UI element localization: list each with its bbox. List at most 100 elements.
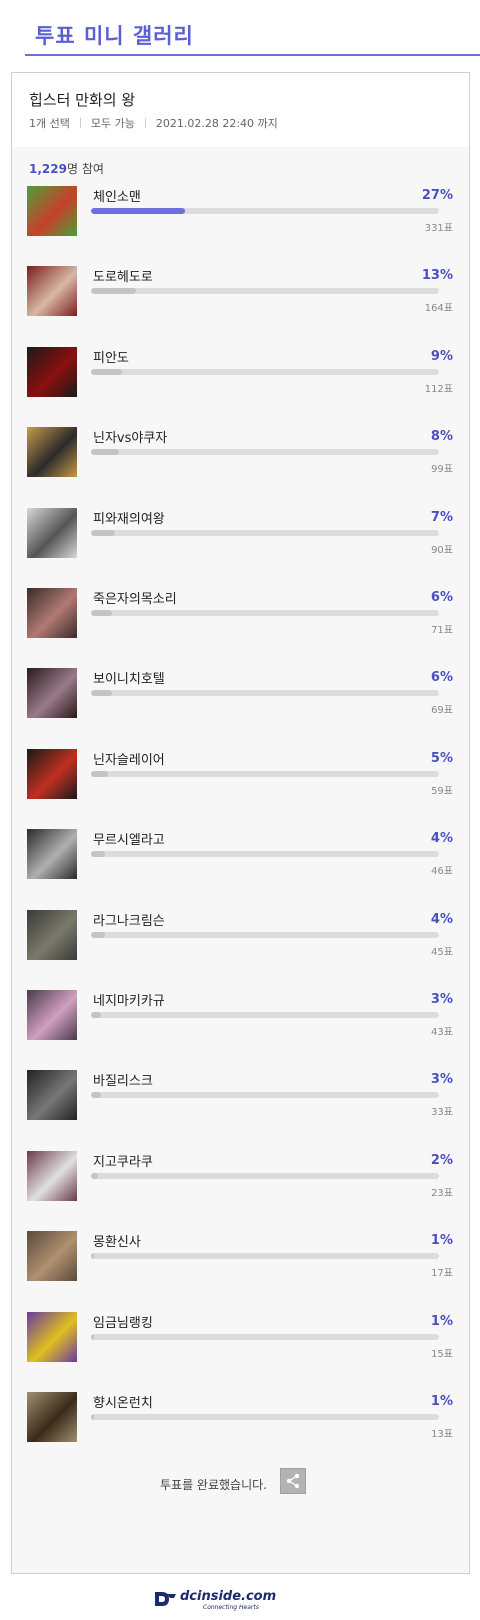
visibility: 모두 가능: [90, 117, 135, 130]
option-progress-track: [91, 1333, 439, 1340]
option-votes: 71표: [431, 625, 453, 636]
option-label: 지고쿠라쿠: [93, 1154, 153, 1170]
logo-subtext: Connecting Hearts: [203, 1604, 259, 1611]
option-progress-fill: [91, 449, 119, 456]
poll-option[interactable]: 체인소맨 27% 331표: [27, 186, 453, 240]
meta-divider: [144, 118, 146, 128]
poll-option[interactable]: 바질리스크 3% 33표: [27, 1070, 453, 1124]
thumbnail-image: [27, 1150, 77, 1201]
poll-option[interactable]: 피안도 9% 112표: [27, 346, 453, 401]
option-thumbnail: [27, 748, 77, 799]
poll-option[interactable]: 보이니치호텔 6% 69표: [27, 668, 453, 722]
option-votes: 43표: [431, 1027, 453, 1038]
option-progress-fill: [91, 1414, 95, 1420]
option-thumbnail: [27, 346, 77, 397]
participants-count: 1,229명 참여: [29, 160, 104, 177]
option-progress-track: [91, 208, 439, 214]
thumbnail-image: [27, 990, 77, 1040]
option-thumbnail: [27, 588, 77, 638]
option-percent: 9%: [430, 348, 453, 364]
thumbnail-image: [27, 266, 77, 317]
page-header: 투표 미니 갤러리: [25, 0, 480, 56]
option-thumbnail: [27, 186, 77, 236]
option-percent: 6%: [430, 670, 453, 686]
option-percent: 4%: [430, 911, 453, 927]
option-progress-track: [91, 1012, 439, 1018]
option-percent: 4%: [430, 831, 453, 847]
poll-option[interactable]: 피와재의여왕 7% 90표: [27, 507, 453, 562]
option-thumbnail: [27, 1231, 77, 1282]
option-percent: 1%: [430, 1233, 453, 1249]
option-progress-fill: [91, 1333, 95, 1340]
option-label: 닌자vs야쿠자: [93, 431, 168, 447]
option-percent: 1%: [430, 1394, 453, 1409]
option-progress-fill: [91, 1253, 95, 1260]
share-button[interactable]: [280, 1468, 306, 1494]
option-thumbnail: [27, 1070, 77, 1121]
option-progress-track: [91, 1414, 439, 1420]
option-progress-track: [91, 851, 439, 858]
thumbnail-image: [27, 186, 77, 236]
poll-option[interactable]: 임금님랭킹 1% 15표: [27, 1311, 453, 1366]
option-progress-fill: [91, 931, 105, 938]
option-progress-fill: [91, 1092, 102, 1099]
option-votes: 15표: [431, 1348, 453, 1360]
option-votes: 331표: [424, 223, 453, 234]
poll-option[interactable]: 닌자슬레이어 5% 59표: [27, 748, 453, 803]
poll-option[interactable]: 몽환신사 1% 17표: [27, 1231, 453, 1285]
thumbnail-image: [27, 1392, 77, 1442]
option-thumbnail: [27, 507, 77, 558]
deadline: 2021.02.28 22:40 까지: [155, 117, 278, 130]
option-thumbnail: [27, 990, 77, 1040]
thumbnail-image: [27, 346, 77, 397]
poll-option[interactable]: 죽은자의목소리 6% 71표: [27, 588, 453, 642]
option-thumbnail: [27, 829, 77, 880]
option-label: 피와재의여왕: [93, 511, 165, 527]
option-progress-fill: [91, 208, 185, 214]
option-label: 무르시엘라고: [93, 833, 165, 849]
poll-option[interactable]: 도로헤도로 13% 164표: [27, 266, 453, 320]
dcinside-logo-icon: [155, 1592, 176, 1606]
option-progress-track: [91, 1172, 439, 1179]
option-thumbnail: [27, 1150, 77, 1201]
option-label: 향시온런치: [93, 1396, 153, 1411]
option-progress-track: [91, 931, 439, 938]
option-label: 바질리스크: [93, 1074, 153, 1090]
option-progress-track: [91, 610, 439, 616]
logo-text: dcinside.com: [180, 1589, 277, 1604]
option-progress-fill: [91, 770, 109, 777]
poll-header: 힙스터 만화의 왕 1개 선택 모두 가능 2021.02.28 22:40 까지: [12, 73, 469, 147]
option-label: 임금님랭킹: [93, 1315, 153, 1331]
thumbnail-image: [27, 748, 77, 799]
option-votes: 45표: [431, 946, 453, 958]
option-progress-fill: [91, 690, 112, 697]
thumbnail-image: [27, 1070, 77, 1121]
poll-option[interactable]: 향시온런치 1% 13표: [27, 1392, 453, 1446]
poll-option[interactable]: 라그나크림슨 4% 45표: [27, 909, 453, 964]
option-label: 닌자슬레이어: [93, 752, 165, 768]
page-title: 투표 미니 갤러리: [35, 24, 194, 48]
option-progress-track: [91, 449, 439, 456]
option-progress-fill: [91, 368, 123, 375]
thumbnail-image: [27, 507, 77, 558]
option-votes: 112표: [424, 383, 453, 395]
option-votes: 13표: [431, 1429, 453, 1440]
dcinside-logo[interactable]: dcinside.com Connecting Hearts: [153, 1586, 283, 1612]
thumbnail-image: [27, 829, 77, 880]
poll-option[interactable]: 지고쿠라쿠 2% 23표: [27, 1150, 453, 1205]
option-progress-fill: [91, 851, 105, 858]
option-progress-track: [91, 288, 439, 295]
poll-option[interactable]: 네지마키카규 3% 43표: [27, 990, 453, 1044]
option-progress-fill: [91, 1012, 102, 1018]
option-progress-fill: [91, 610, 112, 616]
option-percent: 8%: [430, 429, 453, 445]
thumbnail-image: [27, 427, 77, 478]
poll-option[interactable]: 무르시엘라고 4% 46표: [27, 829, 453, 883]
poll-option[interactable]: 닌자vs야쿠자 8% 99표: [27, 427, 453, 481]
option-votes: 90표: [431, 544, 453, 556]
poll-title: 힙스터 만화의 왕: [29, 91, 136, 109]
option-thumbnail: [27, 909, 77, 960]
option-label: 보이니치호텔: [93, 672, 165, 688]
option-progress-fill: [91, 288, 137, 295]
option-label: 몽환신사: [93, 1235, 141, 1251]
